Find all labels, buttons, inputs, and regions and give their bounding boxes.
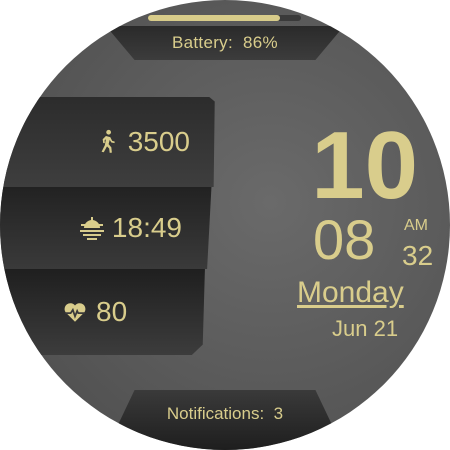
complications-panel: 3500 18:49 80 — [0, 97, 218, 355]
battery-label: Battery: — [172, 33, 233, 52]
day-of-week[interactable]: Monday — [297, 276, 404, 310]
sunrise-value: 18:49 — [111, 212, 182, 243]
notifications-label: Notifications: — [166, 404, 265, 423]
battery-value: 86% — [243, 33, 278, 52]
heart-rate-value: 80 — [96, 296, 128, 327]
clock-hour: 10 — [311, 112, 418, 219]
watch-face: Battery: 86% 3500 18:49 80 10 08 AM 32 M… — [0, 0, 450, 450]
sunrise-icon — [78, 215, 104, 241]
notifications-status[interactable]: Notifications: 3 — [106, 390, 344, 450]
walking-person-icon — [94, 129, 120, 155]
date-label: Jun 21 — [332, 316, 399, 341]
sunrise-complication[interactable]: 18:49 — [0, 187, 212, 269]
battery-status[interactable]: Battery: 86% — [106, 26, 344, 60]
heart-rate-icon — [62, 299, 88, 325]
battery-bar — [148, 15, 301, 21]
steps-value: 3500 — [127, 126, 190, 157]
heart-rate-complication[interactable]: 80 — [0, 269, 205, 355]
battery-bar-fill — [148, 15, 280, 21]
clock-seconds: 32 — [402, 240, 434, 271]
steps-complication[interactable]: 3500 — [0, 97, 215, 187]
clock-minute: 08 — [313, 208, 376, 271]
notifications-count: 3 — [273, 404, 284, 423]
clock-ampm: AM — [404, 217, 428, 234]
